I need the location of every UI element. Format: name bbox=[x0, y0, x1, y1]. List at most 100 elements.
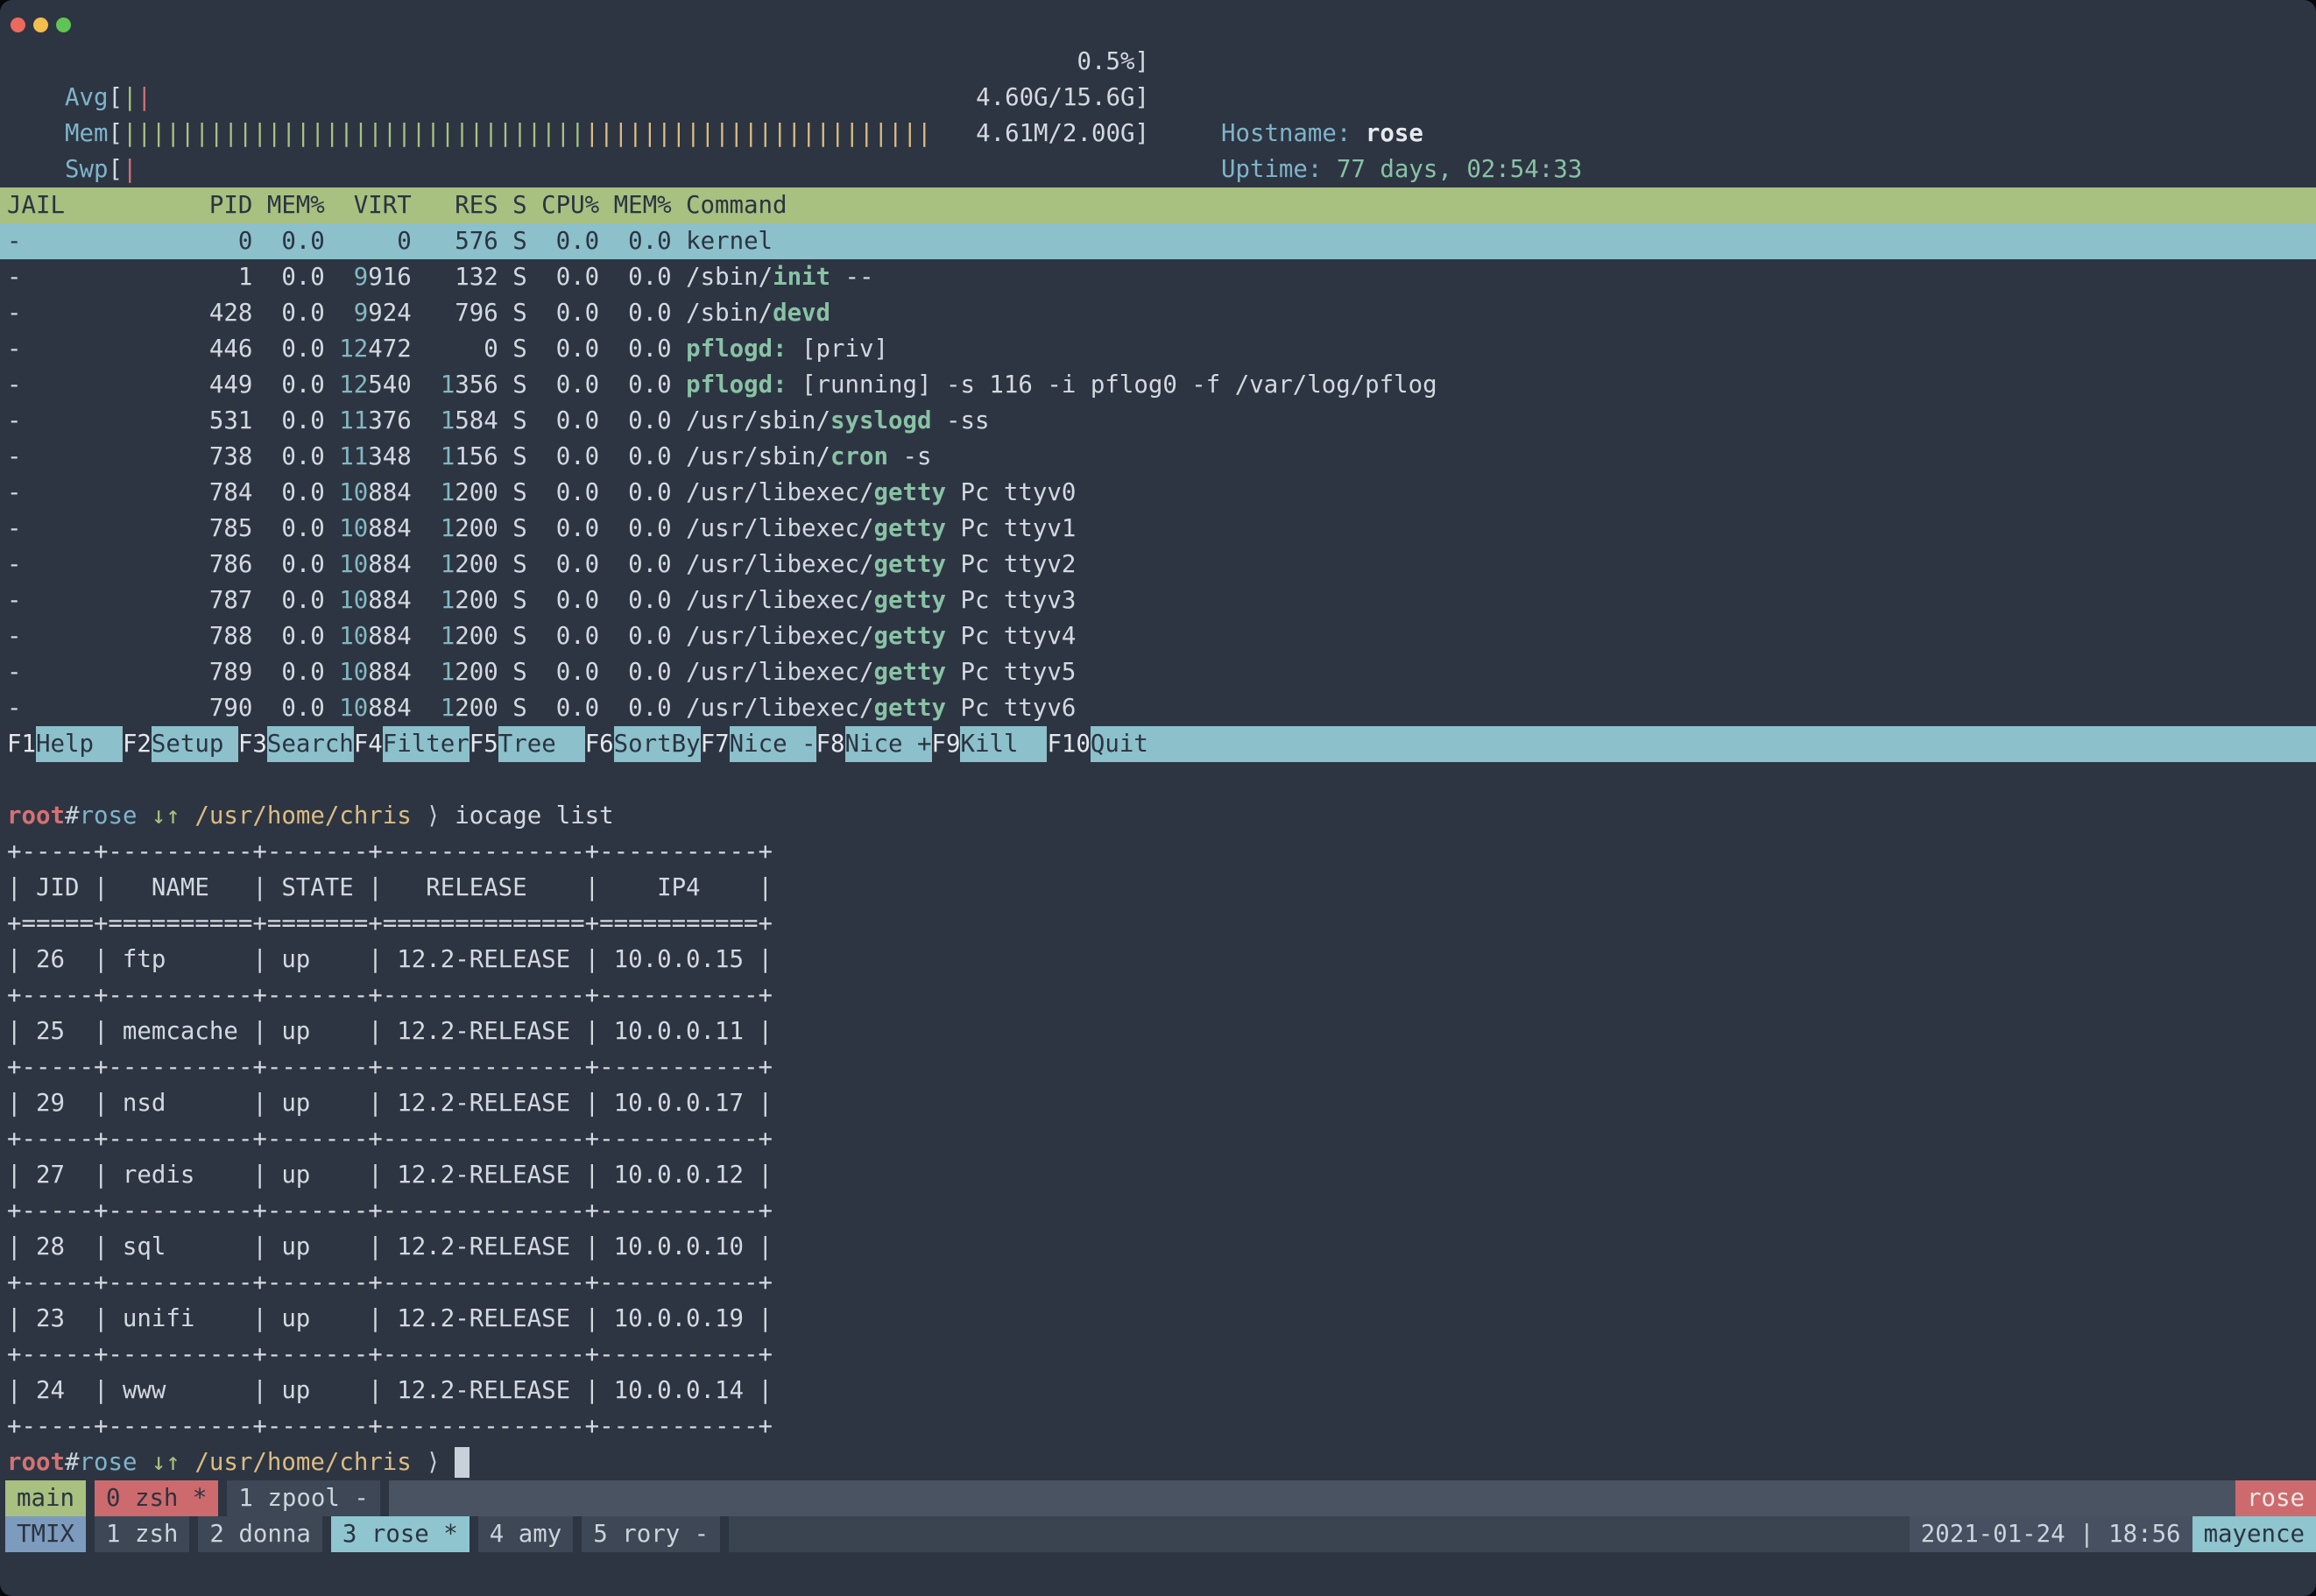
command-path: /usr/libexec/ bbox=[686, 695, 873, 722]
function-key-label: Quit bbox=[1091, 726, 1148, 762]
process-left-cols: - 789 0.0 bbox=[7, 659, 325, 686]
process-row[interactable]: - 0 0.0 0 576 S 0.0 0.0 kernel bbox=[0, 223, 2316, 259]
command-path: /usr/libexec/ bbox=[686, 659, 873, 686]
command-basename: getty bbox=[874, 515, 946, 542]
tmux-outer-right: rose bbox=[2235, 1480, 2316, 1516]
hostname-line: Hostname: rose bbox=[1163, 44, 1626, 80]
virt-value: 884 bbox=[368, 659, 411, 686]
command-basename: devd bbox=[773, 300, 830, 327]
command-path: /usr/sbin/ bbox=[686, 407, 830, 434]
res-value-prefix: 1 bbox=[441, 443, 455, 470]
function-key-item[interactable]: F1Help bbox=[7, 726, 123, 762]
virt-value: 884 bbox=[368, 587, 411, 614]
state-cpu-mem-cols: S 0.0 0.0 bbox=[498, 407, 686, 434]
virt-value: 348 bbox=[368, 443, 411, 470]
process-row[interactable]: - 1 0.0 9916 132 S 0.0 0.0 /sbin/init -- bbox=[0, 259, 2316, 295]
command-basename: cron bbox=[830, 443, 888, 470]
virt-value: 540 bbox=[368, 371, 411, 399]
process-row[interactable]: - 784 0.0 10884 1200 S 0.0 0.0 /usr/libe… bbox=[0, 475, 2316, 511]
process-left-cols: - 784 0.0 bbox=[7, 479, 325, 506]
virt-value: 916 bbox=[368, 264, 411, 291]
function-key-item[interactable]: F6SortBy bbox=[585, 726, 701, 762]
virt-value-prefix: 11 bbox=[339, 443, 368, 470]
command-args: Pc ttyv6 bbox=[946, 695, 1076, 722]
function-key-item[interactable]: F5Tree bbox=[470, 726, 585, 762]
tmux-inner-right: 2021-01-24 | 18:56mayence bbox=[1910, 1516, 2316, 1552]
command-args: Pc ttyv1 bbox=[946, 515, 1076, 542]
tmux-window-tab[interactable]: 1 zpool - bbox=[227, 1480, 379, 1516]
virt-value-prefix: 10 bbox=[339, 551, 368, 578]
shell-prompt-command-line: root#rose ↓↑ /usr/home/chris ⟩ iocage li… bbox=[7, 798, 2316, 834]
prompt-segment: root bbox=[7, 798, 65, 834]
virt-value: 884 bbox=[368, 515, 411, 542]
command-args: [running] -s 116 -i pflog0 -f /var/log/p… bbox=[787, 371, 1437, 399]
prompt-segment bbox=[180, 1444, 195, 1480]
command-basename: pflogd: bbox=[686, 371, 787, 399]
function-key-item[interactable]: F2Setup bbox=[123, 726, 238, 762]
process-left-cols: - 786 0.0 bbox=[7, 551, 325, 578]
traffic-light-zoom-icon[interactable] bbox=[56, 18, 71, 32]
res-value-prefix: 1 bbox=[441, 371, 455, 399]
command-basename: getty bbox=[874, 587, 946, 614]
state-cpu-mem-cols: S 0.0 0.0 bbox=[498, 587, 686, 614]
jail-table-line: +=====+==========+=======+==============… bbox=[7, 906, 773, 942]
process-row[interactable]: - 738 0.0 11348 1156 S 0.0 0.0 /usr/sbin… bbox=[0, 439, 2316, 475]
process-row[interactable]: - 531 0.0 11376 1584 S 0.0 0.0 /usr/sbin… bbox=[0, 403, 2316, 439]
tmux-window-tab[interactable]: 1 zsh bbox=[95, 1516, 189, 1552]
tmux-window-tab[interactable]: 5 rory - bbox=[582, 1516, 720, 1552]
process-row[interactable]: - 788 0.0 10884 1200 S 0.0 0.0 /usr/libe… bbox=[0, 618, 2316, 654]
process-row[interactable]: - 786 0.0 10884 1200 S 0.0 0.0 /usr/libe… bbox=[0, 547, 2316, 583]
traffic-light-close-icon[interactable] bbox=[11, 18, 25, 32]
res-value: 0 bbox=[484, 335, 498, 363]
process-row[interactable]: - 787 0.0 10884 1200 S 0.0 0.0 /usr/libe… bbox=[0, 583, 2316, 618]
traffic-light-minimize-icon[interactable] bbox=[33, 18, 48, 32]
tmux-window-tab[interactable]: 0 zsh * bbox=[95, 1480, 218, 1516]
function-key-label: Tree bbox=[498, 726, 585, 762]
tmux-window-tab[interactable]: TMIX bbox=[5, 1516, 86, 1552]
command-path: /usr/libexec/ bbox=[686, 551, 873, 578]
function-key-item[interactable]: F8Nice + bbox=[816, 726, 932, 762]
process-row[interactable]: - 449 0.0 12540 1356 S 0.0 0.0 pflogd: [… bbox=[0, 367, 2316, 403]
function-key-label: Kill bbox=[960, 726, 1047, 762]
process-row[interactable]: - 785 0.0 10884 1200 S 0.0 0.0 /usr/libe… bbox=[0, 511, 2316, 547]
process-row[interactable]: - 428 0.0 9924 796 S 0.0 0.0 /sbin/devd bbox=[0, 295, 2316, 331]
swap-value: 4.61M/2.00G] bbox=[976, 116, 1149, 152]
function-key-item[interactable]: F10Quit bbox=[1047, 726, 1147, 762]
tmux-window-tab[interactable]: 3 rose * bbox=[331, 1516, 470, 1552]
virt-value-prefix: 10 bbox=[339, 659, 368, 686]
tmux-window-tab[interactable]: 2 donna bbox=[198, 1516, 321, 1552]
process-left-cols: - 428 0.0 bbox=[7, 300, 325, 327]
shell-prompt-line[interactable]: root#rose ↓↑ /usr/home/chris ⟩ bbox=[7, 1444, 2316, 1480]
function-key: F3 bbox=[238, 726, 267, 762]
function-key-item[interactable]: F9Kill bbox=[932, 726, 1048, 762]
virt-value-prefix: 10 bbox=[339, 623, 368, 650]
process-row[interactable]: - 446 0.0 12472 0 S 0.0 0.0 pflogd: [pri… bbox=[0, 331, 2316, 367]
virt-value-prefix: 9 bbox=[354, 264, 369, 291]
process-left-cols: - 738 0.0 bbox=[7, 443, 325, 470]
virt-value-prefix: 12 bbox=[339, 335, 368, 363]
function-key: F4 bbox=[354, 726, 383, 762]
process-row[interactable]: - 789 0.0 10884 1200 S 0.0 0.0 /usr/libe… bbox=[0, 654, 2316, 690]
prompt-segment: # bbox=[65, 798, 80, 834]
function-key-item[interactable]: F4Filter bbox=[354, 726, 470, 762]
res-value: 200 bbox=[455, 659, 498, 686]
function-key-item[interactable]: F3Search bbox=[238, 726, 354, 762]
state-cpu-mem-cols: S 0.0 0.0 bbox=[498, 228, 686, 255]
prompt-segment: root bbox=[7, 1444, 65, 1480]
state-cpu-mem-cols: S 0.0 0.0 bbox=[498, 264, 686, 291]
process-table-header[interactable]: JAIL PID MEM% VIRT RES S CPU% MEM% Comma… bbox=[0, 187, 2316, 223]
virt-value: 376 bbox=[368, 407, 411, 434]
tmux-window-tab[interactable]: 4 amy bbox=[478, 1516, 573, 1552]
prompt-segment: ↓↑ bbox=[152, 1444, 180, 1480]
function-key-label: Nice - bbox=[730, 726, 816, 762]
tmux-window-tab[interactable]: main bbox=[5, 1480, 86, 1516]
jail-table-line: | 29 | nsd | up | 12.2-RELEASE | 10.0.0.… bbox=[7, 1085, 773, 1121]
tmux-outer-windows: main0 zsh *1 zpool - bbox=[5, 1480, 389, 1516]
function-key-item[interactable]: F7Nice - bbox=[701, 726, 816, 762]
process-row[interactable]: - 790 0.0 10884 1200 S 0.0 0.0 /usr/libe… bbox=[0, 690, 2316, 726]
jail-table-line: | JID | NAME | STATE | RELEASE | IP4 | bbox=[7, 870, 773, 906]
res-value-prefix: 1 bbox=[441, 407, 455, 434]
state-cpu-mem-cols: S 0.0 0.0 bbox=[498, 443, 686, 470]
res-value: 132 bbox=[455, 264, 498, 291]
state-cpu-mem-cols: S 0.0 0.0 bbox=[498, 515, 686, 542]
